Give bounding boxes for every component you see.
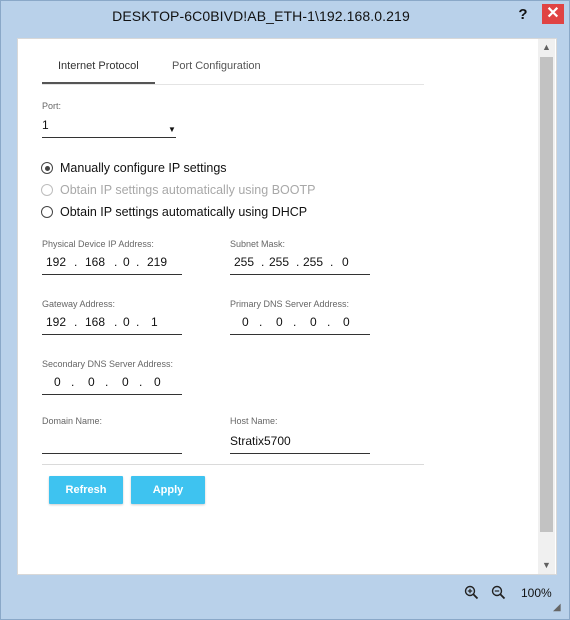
port-select-value[interactable]: 1 xyxy=(42,118,49,132)
scroll-up-icon[interactable]: ▲ xyxy=(538,39,555,56)
mask-octet-4[interactable]: 0 xyxy=(342,255,349,269)
status-bar: 100% ◢ xyxy=(17,574,561,613)
primary-dns-label: Primary DNS Server Address: xyxy=(230,299,350,309)
gateway-label: Gateway Address: xyxy=(42,299,116,309)
mask-octet-2[interactable]: 255 xyxy=(269,255,289,269)
gateway-dot: . xyxy=(114,315,118,329)
ip-dot: . xyxy=(136,255,140,269)
ip-octet-3[interactable]: 0 xyxy=(123,255,130,269)
zoom-level: 100% xyxy=(521,586,552,600)
port-label: Port: xyxy=(42,101,62,111)
apply-button[interactable]: Apply xyxy=(131,476,205,504)
ip-address-label: Physical Device IP Address: xyxy=(42,239,154,249)
domain-name-field[interactable] xyxy=(42,431,182,454)
secondary-dns-field[interactable]: 0 . 0 . 0 . 0 xyxy=(42,372,182,395)
mask-dot: . xyxy=(330,255,334,269)
dns2-octet-4[interactable]: 0 xyxy=(154,375,161,389)
dns2-octet-3[interactable]: 0 xyxy=(122,375,129,389)
close-icon: ✕ xyxy=(546,5,560,22)
ip-octet-4[interactable]: 219 xyxy=(147,255,167,269)
ip-dot: . xyxy=(74,255,78,269)
radio-button[interactable] xyxy=(41,206,53,218)
tab-bar: Internet Protocol Port Configuration xyxy=(42,55,424,85)
primary-dns-field[interactable]: 0 . 0 . 0 . 0 xyxy=(230,312,370,335)
dialog-window: DESKTOP-6C0BIVD!AB_ETH-1\192.168.0.219 ?… xyxy=(0,0,570,620)
secondary-dns-label: Secondary DNS Server Address: xyxy=(42,359,174,369)
gateway-octet-3[interactable]: 0 xyxy=(123,315,130,329)
radio-bootp-label: Obtain IP settings automatically using B… xyxy=(60,183,316,197)
dns1-octet-1[interactable]: 0 xyxy=(242,315,249,329)
divider xyxy=(42,464,424,465)
mask-octet-3[interactable]: 255 xyxy=(303,255,323,269)
radio-dhcp[interactable]: Obtain IP settings automatically using D… xyxy=(41,205,307,219)
tab-port-configuration[interactable]: Port Configuration xyxy=(172,60,261,72)
radio-button-disabled xyxy=(41,184,53,196)
radio-bootp: Obtain IP settings automatically using B… xyxy=(41,183,315,197)
title-bar[interactable]: DESKTOP-6C0BIVD!AB_ETH-1\192.168.0.219 ?… xyxy=(1,1,569,31)
zoom-in-icon[interactable] xyxy=(464,585,479,603)
content-panel: Internet Protocol Port Configuration Por… xyxy=(17,38,557,575)
help-button[interactable]: ? xyxy=(511,5,535,25)
dns1-octet-2[interactable]: 0 xyxy=(276,315,283,329)
gateway-octet-4[interactable]: 1 xyxy=(151,315,158,329)
subnet-mask-field[interactable]: 255 . 255 . 255 . 0 xyxy=(230,252,370,275)
domain-name-label: Domain Name: xyxy=(42,416,103,426)
ip-dot: . xyxy=(114,255,118,269)
gateway-field[interactable]: 192 . 168 . 0 . 1 xyxy=(42,312,182,335)
ip-octet-2[interactable]: 168 xyxy=(85,255,105,269)
dns2-dot: . xyxy=(105,375,109,389)
dns1-octet-4[interactable]: 0 xyxy=(343,315,350,329)
zoom-out-icon[interactable] xyxy=(491,585,506,603)
dns2-octet-1[interactable]: 0 xyxy=(54,375,61,389)
dns1-dot: . xyxy=(327,315,331,329)
mask-dot: . xyxy=(261,255,265,269)
gateway-dot: . xyxy=(136,315,140,329)
close-button[interactable]: ✕ xyxy=(542,4,564,24)
host-name-field[interactable]: Stratix5700 xyxy=(230,431,370,454)
host-name-value[interactable]: Stratix5700 xyxy=(230,434,291,448)
dns2-dot: . xyxy=(71,375,75,389)
dns2-octet-2[interactable]: 0 xyxy=(88,375,95,389)
host-name-label: Host Name: xyxy=(230,416,278,426)
gateway-dot: . xyxy=(74,315,78,329)
port-select-underline xyxy=(42,137,176,138)
radio-button-checked[interactable] xyxy=(41,162,53,174)
subnet-mask-label: Subnet Mask: xyxy=(230,239,286,249)
ip-octet-1[interactable]: 192 xyxy=(46,255,66,269)
resize-grip-icon[interactable]: ◢ xyxy=(553,602,561,613)
ip-address-field[interactable]: 192 . 168 . 0 . 219 xyxy=(42,252,182,275)
gateway-octet-1[interactable]: 192 xyxy=(46,315,66,329)
dns1-octet-3[interactable]: 0 xyxy=(310,315,317,329)
tab-internet-protocol[interactable]: Internet Protocol xyxy=(58,60,139,72)
active-tab-indicator xyxy=(42,82,155,84)
scroll-thumb[interactable] xyxy=(540,57,553,532)
gateway-octet-2[interactable]: 168 xyxy=(85,315,105,329)
refresh-button[interactable]: Refresh xyxy=(49,476,123,504)
mask-octet-1[interactable]: 255 xyxy=(234,255,254,269)
window-title: DESKTOP-6C0BIVD!AB_ETH-1\192.168.0.219 xyxy=(112,8,410,24)
radio-dhcp-label: Obtain IP settings automatically using D… xyxy=(60,205,308,219)
mask-dot: . xyxy=(296,255,300,269)
scroll-down-icon[interactable]: ▼ xyxy=(538,557,555,574)
vertical-scrollbar[interactable]: ▲ ▼ xyxy=(538,39,555,574)
radio-manual-label: Manually configure IP settings xyxy=(60,161,227,175)
dns1-dot: . xyxy=(259,315,263,329)
radio-manual-ip[interactable]: Manually configure IP settings xyxy=(41,161,227,175)
dns1-dot: . xyxy=(293,315,297,329)
dns2-dot: . xyxy=(139,375,143,389)
chevron-down-icon[interactable]: ▼ xyxy=(168,125,176,134)
